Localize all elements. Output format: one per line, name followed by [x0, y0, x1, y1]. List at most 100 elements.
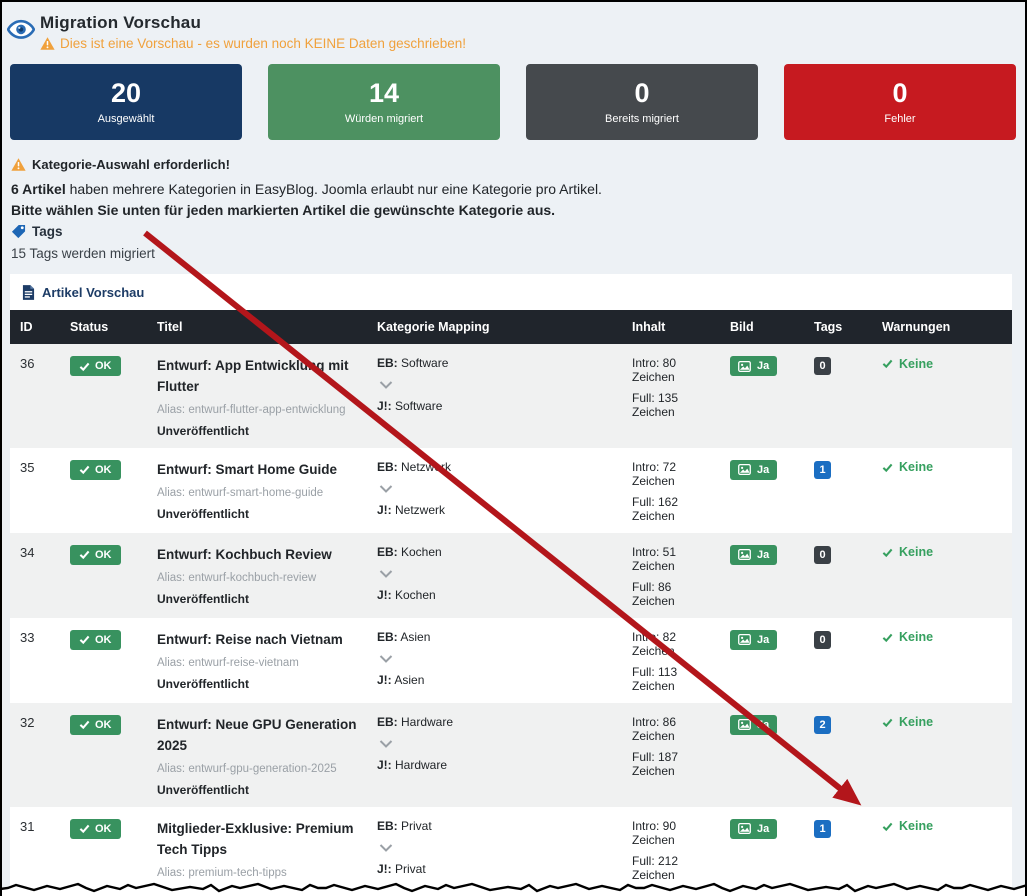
cell-warnings: Keine: [872, 448, 1012, 533]
cell-tags: 0: [804, 344, 872, 448]
joomla-category: J!: Privat: [377, 862, 614, 876]
article-title: Entwurf: Neue GPU Generation 2025: [157, 715, 359, 757]
check-icon: [79, 464, 90, 475]
cell-image: Ja: [720, 703, 804, 807]
intro-length: Intro: 80 Zeichen: [632, 356, 712, 384]
no-warnings-label: Keine: [899, 545, 933, 559]
table-body: 36OKEntwurf: App Entwicklung mit Flutter…: [10, 344, 1012, 896]
mapping-chevron: [379, 480, 614, 498]
full-length: Full: 187 Zeichen: [632, 750, 712, 778]
intro-length: Intro: 72 Zeichen: [632, 460, 712, 488]
chevron-down-icon: [379, 485, 393, 493]
joomla-label: J!:: [377, 758, 392, 772]
article-preview-title: Artikel Vorschau: [10, 274, 1012, 310]
status-badge-label: OK: [95, 464, 112, 476]
cell-warnings: Keine: [872, 344, 1012, 448]
full-length: Full: 135 Zeichen: [632, 391, 712, 419]
cell-image: Ja: [720, 448, 804, 533]
tag-count-badge: 1: [814, 461, 831, 479]
eb-category: EB: Software: [377, 356, 614, 370]
no-warnings-indicator: Keine: [882, 460, 933, 474]
mapping-chevron: [379, 839, 614, 857]
intro-length: Intro: 86 Zeichen: [632, 715, 712, 743]
cell-image: Ja: [720, 618, 804, 703]
eb-category: EB: Kochen: [377, 545, 614, 559]
full-length: Full: 162 Zeichen: [632, 495, 712, 523]
column-header-kategorie-mapping: Kategorie Mapping: [367, 310, 622, 344]
category-warning-line1: 6 Artikel haben mehrere Kategorien in Ea…: [11, 181, 1025, 197]
eb-category: EB: Netzwerk: [377, 460, 614, 474]
image-icon: [738, 719, 751, 730]
article-title: Entwurf: App Entwicklung mit Flutter: [157, 356, 359, 398]
table-row: 31OKMitglieder-Exklusive: Premium Tech T…: [10, 807, 1012, 896]
full-length: Full: 212 Zeichen: [632, 854, 712, 882]
cell-image: Ja: [720, 533, 804, 618]
no-warnings-indicator: Keine: [882, 630, 933, 644]
stat-label: Ausgewählt: [98, 113, 155, 125]
table-row: 33OKEntwurf: Reise nach VietnamAlias: en…: [10, 618, 1012, 703]
cell-status: OK: [60, 618, 147, 703]
image-badge-label: Ja: [757, 634, 769, 646]
stat-label: Bereits migriert: [605, 113, 679, 125]
check-icon: [882, 717, 893, 728]
stat-label: Fehler: [884, 113, 915, 125]
image-badge-label: Ja: [757, 464, 769, 476]
eb-category: EB: Asien: [377, 630, 614, 644]
cell-status: OK: [60, 448, 147, 533]
cell-category-mapping: EB: SoftwareJ!: Software: [367, 344, 622, 448]
image-icon: [738, 464, 751, 475]
eb-label: EB:: [377, 715, 398, 729]
warning-triangle-icon: [11, 158, 26, 171]
article-title: Entwurf: Kochbuch Review: [157, 545, 359, 566]
page-title: Migration Vorschau: [40, 13, 1025, 33]
article-publish-state: Unveröffentlicht: [157, 783, 359, 797]
image-badge-label: Ja: [757, 549, 769, 561]
image-badge-label: Ja: [757, 823, 769, 835]
image-badge-label: Ja: [757, 360, 769, 372]
table-row: 32OKEntwurf: Neue GPU Generation 2025Ali…: [10, 703, 1012, 807]
cell-category-mapping: EB: Privat J!: Privat: [367, 807, 622, 896]
article-publish-state: Unveröffentlicht: [157, 677, 359, 691]
stat-cards: 20 Ausgewählt 14 Würden migriert 0 Berei…: [10, 64, 1016, 140]
article-alias: Alias: entwurf-smart-home-guide: [157, 487, 359, 499]
no-warnings-indicator: Keine: [882, 545, 933, 559]
stat-card-already-migrated: 0 Bereits migriert: [526, 64, 758, 140]
cell-image: Ja: [720, 807, 804, 896]
cell-title: Mitglieder-Exklusive: Premium Tech Tipps…: [147, 807, 367, 896]
status-ok-badge: OK: [70, 460, 121, 480]
intro-length: Intro: 90 Zeichen: [632, 819, 712, 847]
check-icon: [79, 634, 90, 645]
article-alias: Alias: entwurf-gpu-generation-2025: [157, 763, 359, 775]
column-header-tags: Tags: [804, 310, 872, 344]
no-warnings-label: Keine: [899, 715, 933, 729]
cell-status: OK: [60, 703, 147, 807]
tag-count-badge: 1: [814, 820, 831, 838]
eb-label: EB:: [377, 630, 398, 644]
image-yes-badge: Ja: [730, 630, 777, 650]
image-icon: [738, 549, 751, 560]
column-header-titel: Titel: [147, 310, 367, 344]
status-badge-label: OK: [95, 634, 112, 646]
warning-triangle-icon: [40, 37, 55, 50]
cell-content: Intro: 82 ZeichenFull: 113 Zeichen: [622, 618, 720, 703]
cell-title: Entwurf: Smart Home GuideAlias: entwurf-…: [147, 448, 367, 533]
category-warning-line1-text: haben mehrere Kategorien in EasyBlog. Jo…: [66, 181, 602, 197]
cell-warnings: Keine: [872, 807, 1012, 896]
tags-section-title: Tags: [32, 224, 63, 239]
check-icon: [79, 823, 90, 834]
table-header-row: ID Status Titel Kategorie Mapping Inhalt…: [10, 310, 1012, 344]
joomla-label: J!:: [377, 673, 392, 687]
status-ok-badge: OK: [70, 715, 121, 735]
stat-card-would-migrate: 14 Würden migriert: [268, 64, 500, 140]
eb-category: EB: Privat: [377, 819, 614, 833]
tags-migration-text: 15 Tags werden migriert: [11, 246, 1025, 261]
preview-warning: Dies ist eine Vorschau - es wurden noch …: [40, 36, 1025, 51]
check-icon: [882, 547, 893, 558]
check-icon: [882, 358, 893, 369]
article-title: Entwurf: Reise nach Vietnam: [157, 630, 359, 651]
tag-count-badge: 0: [814, 631, 831, 649]
cell-warnings: Keine: [872, 618, 1012, 703]
column-header-status: Status: [60, 310, 147, 344]
column-header-bild: Bild: [720, 310, 804, 344]
article-title: Mitglieder-Exklusive: Premium Tech Tipps: [157, 819, 359, 861]
